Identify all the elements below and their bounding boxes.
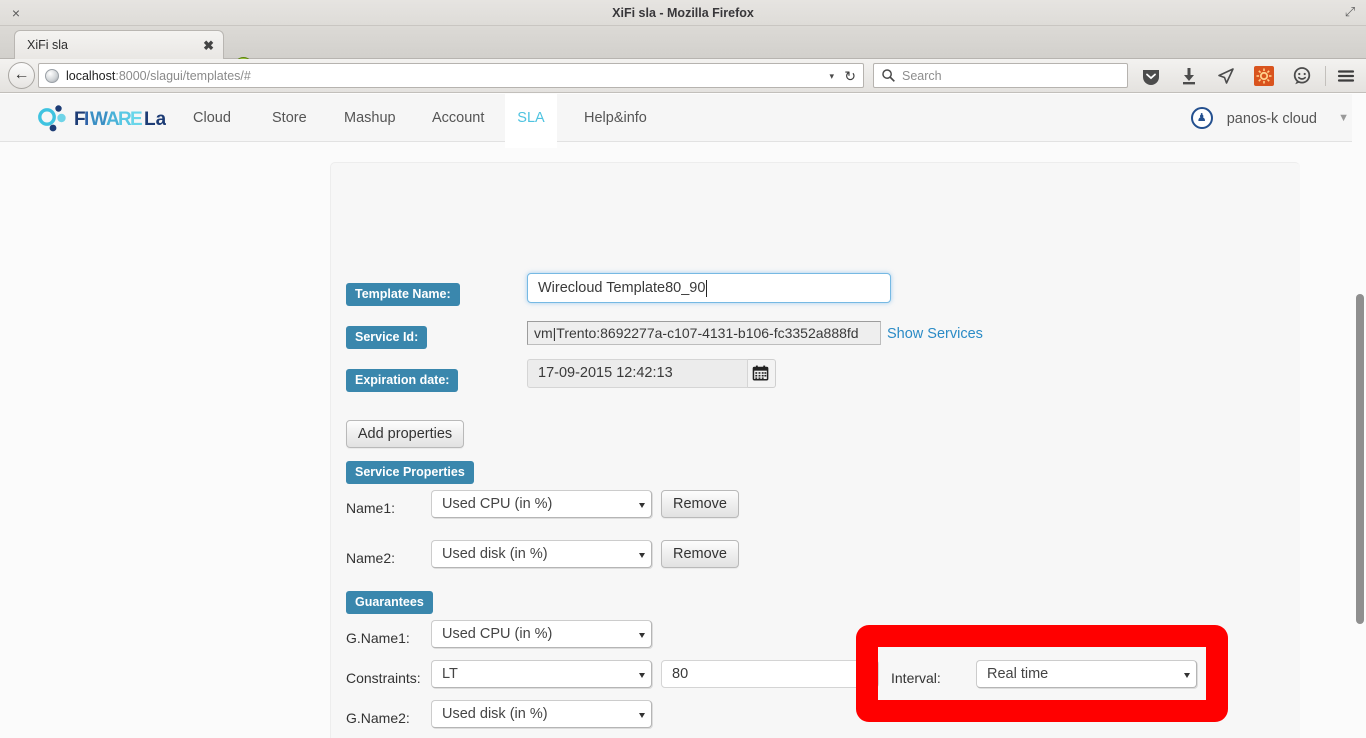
label-interval-1: Interval: [891,670,941,686]
fiware-lab-navbar: F I W A R E Lab Cloud Store Mashup Accou… [0,94,1359,148]
chevron-down-icon [639,553,645,558]
constraint-threshold-input-1[interactable]: 80 [661,660,879,688]
constraint-operator-select-1[interactable]: LT [431,660,652,688]
label-template-name: Template Name: [346,283,460,306]
nav-link-help-info[interactable]: Help&info [568,94,663,143]
nav-link-store[interactable]: Store [256,94,323,143]
interval-select-1[interactable]: Real time [976,660,1197,688]
nav-link-account[interactable]: Account [416,94,500,143]
url-bar[interactable]: localhost:8000/slagui/templates/# ▾ ↻ [38,63,864,88]
guarantee-name-value-1: Used CPU (in %) [442,626,553,642]
chevron-down-icon[interactable]: ▼ [1338,94,1349,143]
pocket-icon[interactable] [1141,66,1161,86]
template-name-input[interactable]: Wirecloud Template80_90 [527,273,891,303]
addon-icon[interactable] [1254,66,1274,86]
service-id-input[interactable]: vm|Trento:8692277a-c107-4131-b106-fc3352… [527,321,881,345]
sla-template-form-panel: Template Name: Wirecloud Template80_90 S… [330,162,1300,738]
chevron-down-icon [639,633,645,638]
remove-service-property-button-2[interactable]: Remove [661,540,739,568]
url-text: localhost:8000/slagui/templates/# [66,64,251,89]
browser-tabstrip: XiFi sla ✖ + [0,26,1366,76]
user-name-label: panos-k cloud [1226,111,1317,127]
text-caret [706,279,708,297]
toolbar-divider [1325,66,1326,86]
window-restore-button[interactable]: ⤢ [1342,4,1358,20]
browser-tab-xifi-sla[interactable]: XiFi sla ✖ [14,30,224,59]
reload-icon[interactable]: ↻ [844,64,856,89]
service-property-select-1[interactable]: Used CPU (in %) [431,490,652,518]
service-property-value-1: Used CPU (in %) [442,496,553,512]
browser-navigation-toolbar: ← localhost:8000/slagui/templates/# ▾ ↻ … [0,59,1366,93]
remove-service-property-button-1[interactable]: Remove [661,490,739,518]
svg-text:I: I [84,109,90,130]
browser-tab-label: XiFi sla [27,38,68,52]
guarantee-name-value-2: Used disk (in %) [442,706,548,722]
guarantee-name-select-2[interactable]: Used disk (in %) [431,700,652,728]
avatar-glyph: ♟ [1196,112,1207,124]
back-button[interactable]: ← [8,62,35,89]
show-services-link[interactable]: Show Services [887,326,983,342]
expiration-date-input[interactable]: 17-09-2015 12:42:13 [527,359,748,388]
calendar-picker-button[interactable] [748,359,776,388]
window-title: XiFi sla - Mozilla Firefox [612,6,754,20]
chevron-down-icon [639,713,645,718]
label-guarantee-name1: G.Name1: [346,630,410,646]
guarantee-name-select-1[interactable]: Used CPU (in %) [431,620,652,648]
page-scrollbar-track[interactable] [1352,94,1366,738]
expiration-date-value: 17-09-2015 12:42:13 [538,365,673,382]
nav-link-mashup[interactable]: Mashup [328,94,412,143]
globe-icon [45,69,59,83]
avatar: ♟ [1190,107,1213,129]
service-property-value-2: Used disk (in %) [442,546,548,562]
search-placeholder: Search [902,69,942,83]
label-guarantee-name2: G.Name2: [346,710,410,726]
constraint-threshold-value-1: 80 [672,665,689,682]
nav-link-cloud[interactable]: Cloud [177,94,247,143]
svg-text:E: E [130,109,143,130]
fiware-lab-logo[interactable]: F I W A R E Lab [36,101,178,135]
tab-close-icon[interactable]: ✖ [203,31,214,60]
nav-link-sla[interactable]: SLA [505,94,557,148]
search-icon [882,69,895,82]
back-arrow-icon: ← [13,66,30,83]
chevron-down-icon[interactable]: ▾ [829,64,834,89]
chevron-down-icon [639,673,645,678]
template-name-value: Wirecloud Template80_90 [538,279,706,296]
label-service-id: Service Id: [346,326,428,349]
user-menu[interactable]: ♟ panos-k cloud ▼ [1190,94,1349,143]
hamburger-menu-icon[interactable] [1336,66,1356,86]
share-icon[interactable] [1216,66,1236,86]
label-service-property-name2: Name2: [346,550,396,566]
window-titlebar: × XiFi sla - Mozilla Firefox ⤢ [0,0,1366,26]
label-service-property-name1: Name1: [346,500,396,516]
chevron-down-icon [1184,673,1190,678]
constraint-operator-value-1: LT [442,666,458,682]
downloads-icon[interactable] [1179,66,1199,86]
interval-value-1: Real time [987,666,1049,682]
svg-text:Lab: Lab [144,109,166,130]
page-viewport: F I W A R E Lab Cloud Store Mashup Accou… [0,94,1366,738]
hello-smiley-icon[interactable] [1292,66,1312,86]
search-input[interactable]: Search [873,63,1128,88]
service-id-value: vm|Trento:8692277a-c107-4131-b106-fc3352… [534,325,859,341]
label-expiration-date: Expiration date: [346,369,459,392]
add-properties-button[interactable]: Add properties [346,420,464,448]
section-label-service-properties: Service Properties [346,461,474,484]
chevron-down-icon [639,503,645,508]
url-host: localhost [66,69,116,83]
service-property-select-2[interactable]: Used disk (in %) [431,540,652,568]
page-scrollbar-thumb[interactable] [1356,294,1364,624]
url-path: :8000/slagui/templates/# [115,69,251,83]
label-constraints-1: Constraints: [346,670,421,686]
section-label-guarantees: Guarantees [346,591,433,614]
